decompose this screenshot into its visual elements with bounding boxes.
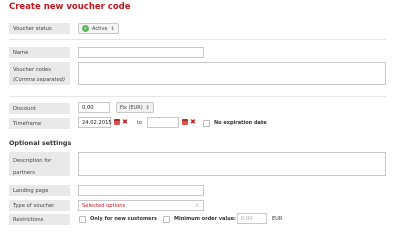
type-of-voucher-select[interactable]: Selected options ⇕ — [78, 200, 204, 211]
min-order-input[interactable]: 0.00 — [237, 213, 267, 224]
start-date-input[interactable]: 24.02.2015 — [78, 117, 112, 128]
landing-page-input[interactable] — [78, 185, 204, 196]
voucher-status-value: Active — [92, 25, 108, 32]
discount-input[interactable]: 0.00 — [78, 102, 110, 113]
only-new-customers-label: Only for new customers — [90, 216, 158, 222]
voucher-status-select[interactable]: ✓ Active ⇕ — [78, 23, 119, 34]
timeframe-label: Timeframe — [9, 118, 70, 129]
type-of-voucher-value: Selected options — [82, 202, 126, 209]
divider — [9, 39, 386, 40]
no-expiration-label: No expiration date — [214, 120, 267, 126]
description-label: Description for partners — [9, 152, 70, 176]
check-circle-icon: ✓ — [82, 25, 89, 32]
description-textarea[interactable] — [78, 152, 386, 176]
end-date-input[interactable] — [147, 117, 179, 128]
min-order-checkbox[interactable] — [163, 216, 170, 223]
voucher-codes-hint: (Comma separated) — [13, 77, 65, 83]
name-input[interactable] — [78, 47, 204, 58]
divider — [9, 96, 386, 97]
discount-unit-select[interactable]: Fix (EUR) ⇕ — [116, 102, 154, 113]
discount-label: Discount — [9, 103, 70, 114]
currency-label: EUR — [272, 216, 283, 222]
calendar-icon[interactable] — [182, 119, 188, 125]
discount-unit-value: Fix (EUR) — [120, 104, 143, 111]
voucher-status-label: Voucher status — [9, 23, 70, 34]
landing-page-label: Landing page — [9, 185, 70, 196]
min-order-label: Minimum order value: — [174, 216, 237, 222]
voucher-codes-label-text: Voucher codes — [13, 67, 51, 73]
clear-date-icon[interactable]: ✖ — [190, 119, 196, 126]
chevron-updown-icon: ⇕ — [110, 25, 115, 32]
only-new-customers-checkbox[interactable] — [79, 216, 86, 223]
restrictions-label: Restrictions — [9, 214, 70, 225]
voucher-codes-label: Voucher codes (Comma separated) — [9, 62, 70, 85]
type-of-voucher-label: Type of voucher — [9, 200, 70, 211]
voucher-codes-textarea[interactable] — [78, 62, 386, 85]
to-label: to — [137, 120, 143, 126]
name-label: Name — [9, 47, 70, 58]
no-expiration-checkbox[interactable] — [203, 120, 210, 127]
chevron-updown-icon: ⇕ — [145, 104, 150, 111]
chevron-updown-icon: ⇕ — [195, 203, 199, 208]
clear-date-icon[interactable]: ✖ — [122, 119, 128, 126]
page-title: Create new voucher code — [9, 2, 131, 12]
calendar-icon[interactable] — [114, 119, 120, 125]
optional-settings-heading: Optional settings — [9, 139, 72, 147]
